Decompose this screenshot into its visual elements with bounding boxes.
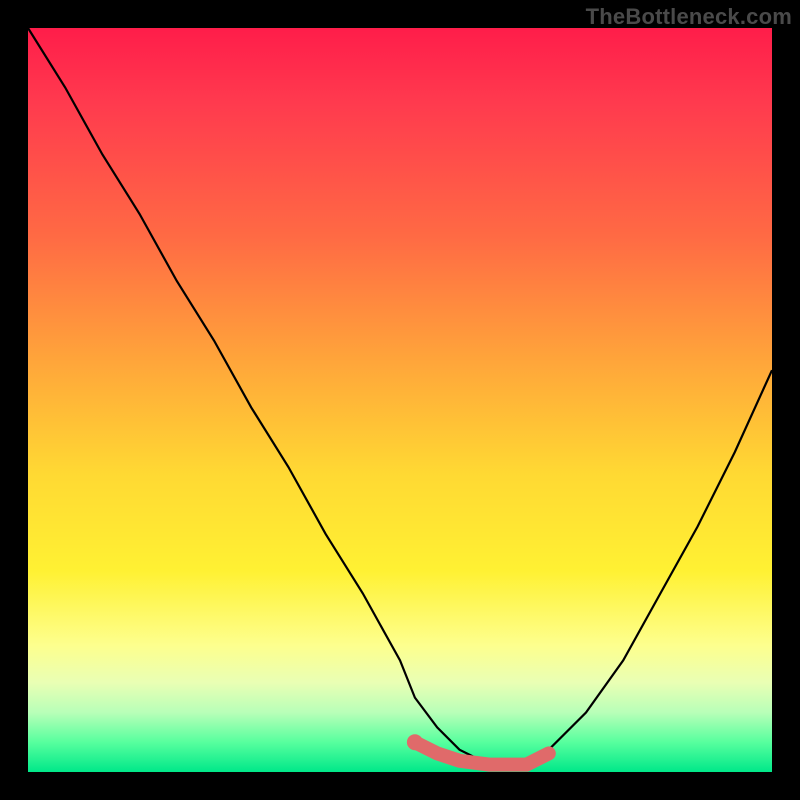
plot-area xyxy=(28,28,772,772)
highlight-dot xyxy=(407,734,423,750)
chart-container: TheBottleneck.com xyxy=(0,0,800,800)
bottleneck-curve xyxy=(28,28,772,765)
chart-svg xyxy=(28,28,772,772)
watermark-text: TheBottleneck.com xyxy=(586,4,792,30)
highlight-segment xyxy=(415,742,549,764)
